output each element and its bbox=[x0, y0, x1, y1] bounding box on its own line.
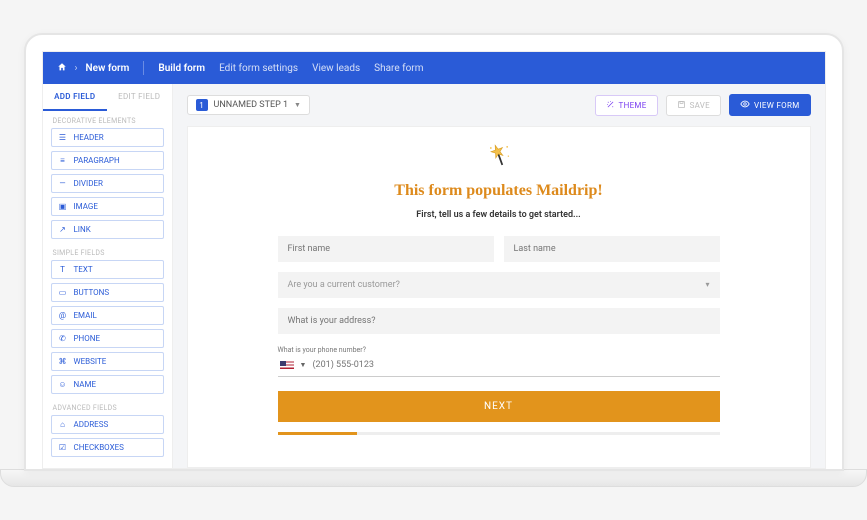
main-area: 1 UNNAMED STEP 1 ▼ THEME SAVE bbox=[173, 84, 825, 468]
header-icon: ☰ bbox=[58, 133, 68, 142]
field-text[interactable]: TTEXT bbox=[51, 260, 164, 279]
field-divider[interactable]: —DIVIDER bbox=[51, 174, 164, 193]
divider-icon: — bbox=[58, 179, 68, 188]
checkboxes-icon: ☑ bbox=[58, 443, 68, 452]
field-buttons[interactable]: ▭BUTTONS bbox=[51, 283, 164, 302]
phone-icon: ✆ bbox=[58, 334, 68, 343]
us-flag-icon[interactable] bbox=[280, 361, 294, 370]
address-input[interactable] bbox=[278, 308, 720, 334]
name-icon: ☺ bbox=[58, 380, 68, 389]
nav-build-form[interactable]: Build form bbox=[158, 63, 205, 74]
buttons-icon: ▭ bbox=[58, 288, 68, 297]
paragraph-icon: ≡ bbox=[58, 156, 68, 165]
view-form-button[interactable]: VIEW FORM bbox=[729, 94, 810, 116]
first-name-input[interactable] bbox=[278, 236, 494, 262]
address-icon: ⌂ bbox=[58, 420, 68, 429]
link-icon: ↗ bbox=[58, 225, 68, 234]
save-button[interactable]: SAVE bbox=[666, 95, 721, 116]
tab-edit-field[interactable]: EDIT FIELD bbox=[107, 84, 172, 111]
sidebar-tabs: ADD FIELD EDIT FIELD bbox=[43, 84, 172, 111]
wand-icon bbox=[606, 100, 615, 111]
nav-view-leads[interactable]: View leads bbox=[312, 63, 360, 74]
field-header[interactable]: ☰HEADER bbox=[51, 128, 164, 147]
home-icon[interactable] bbox=[57, 62, 67, 75]
divider bbox=[143, 61, 144, 75]
email-icon: @ bbox=[58, 311, 68, 320]
nav-share-form[interactable]: Share form bbox=[374, 63, 423, 74]
group-advanced: ADVANCED FIELDS bbox=[43, 398, 172, 415]
field-checkboxes[interactable]: ☑CHECKBOXES bbox=[51, 438, 164, 457]
app-screen: › New form Build form Edit form settings… bbox=[42, 51, 826, 469]
field-name[interactable]: ☺NAME bbox=[51, 375, 164, 394]
eye-icon bbox=[740, 99, 750, 111]
website-icon: ⌘ bbox=[58, 357, 68, 366]
image-icon: ▣ bbox=[58, 202, 68, 211]
progress-bar bbox=[278, 432, 720, 435]
phone-field[interactable]: ▼ bbox=[278, 356, 720, 377]
phone-input[interactable] bbox=[312, 360, 717, 370]
group-simple: SIMPLE FIELDS bbox=[43, 243, 172, 260]
breadcrumb-current[interactable]: New form bbox=[86, 63, 130, 74]
form-canvas: This form populates Maildrip! First, tel… bbox=[187, 126, 811, 468]
chevron-down-icon[interactable]: ▼ bbox=[300, 361, 307, 369]
step-badge: 1 bbox=[196, 99, 208, 111]
last-name-input[interactable] bbox=[504, 236, 720, 262]
field-paragraph[interactable]: ≡PARAGRAPH bbox=[51, 151, 164, 170]
chevron-right-icon: › bbox=[75, 63, 78, 74]
step-selector[interactable]: 1 UNNAMED STEP 1 ▼ bbox=[187, 95, 310, 115]
theme-button[interactable]: THEME bbox=[595, 95, 658, 116]
phone-label: What is your phone number? bbox=[278, 346, 720, 354]
sidebar: ADD FIELD EDIT FIELD DECORATIVE ELEMENTS… bbox=[43, 84, 173, 468]
nav-edit-settings[interactable]: Edit form settings bbox=[219, 63, 298, 74]
customer-select[interactable]: Are you a current customer? bbox=[278, 272, 720, 298]
field-link[interactable]: ↗LINK bbox=[51, 220, 164, 239]
toolbar: 1 UNNAMED STEP 1 ▼ THEME SAVE bbox=[173, 84, 825, 126]
form-title: This form populates Maildrip! bbox=[278, 182, 720, 200]
tab-add-field[interactable]: ADD FIELD bbox=[43, 84, 108, 111]
magic-wand-icon bbox=[278, 141, 720, 174]
field-image[interactable]: ▣IMAGE bbox=[51, 197, 164, 216]
field-address[interactable]: ⌂ADDRESS bbox=[51, 415, 164, 434]
save-icon bbox=[677, 100, 686, 111]
breadcrumb: › New form bbox=[57, 62, 130, 75]
laptop-base bbox=[0, 469, 867, 487]
field-phone[interactable]: ✆PHONE bbox=[51, 329, 164, 348]
next-button[interactable]: NEXT bbox=[278, 391, 720, 422]
chevron-down-icon: ▼ bbox=[294, 101, 301, 109]
top-nav: › New form Build form Edit form settings… bbox=[43, 52, 825, 84]
text-icon: T bbox=[58, 265, 68, 274]
group-decorative: DECORATIVE ELEMENTS bbox=[43, 111, 172, 128]
form-subtitle: First, tell us a few details to get star… bbox=[278, 210, 720, 220]
field-website[interactable]: ⌘WEBSITE bbox=[51, 352, 164, 371]
field-email[interactable]: @EMAIL bbox=[51, 306, 164, 325]
step-label: UNNAMED STEP 1 bbox=[214, 100, 289, 110]
